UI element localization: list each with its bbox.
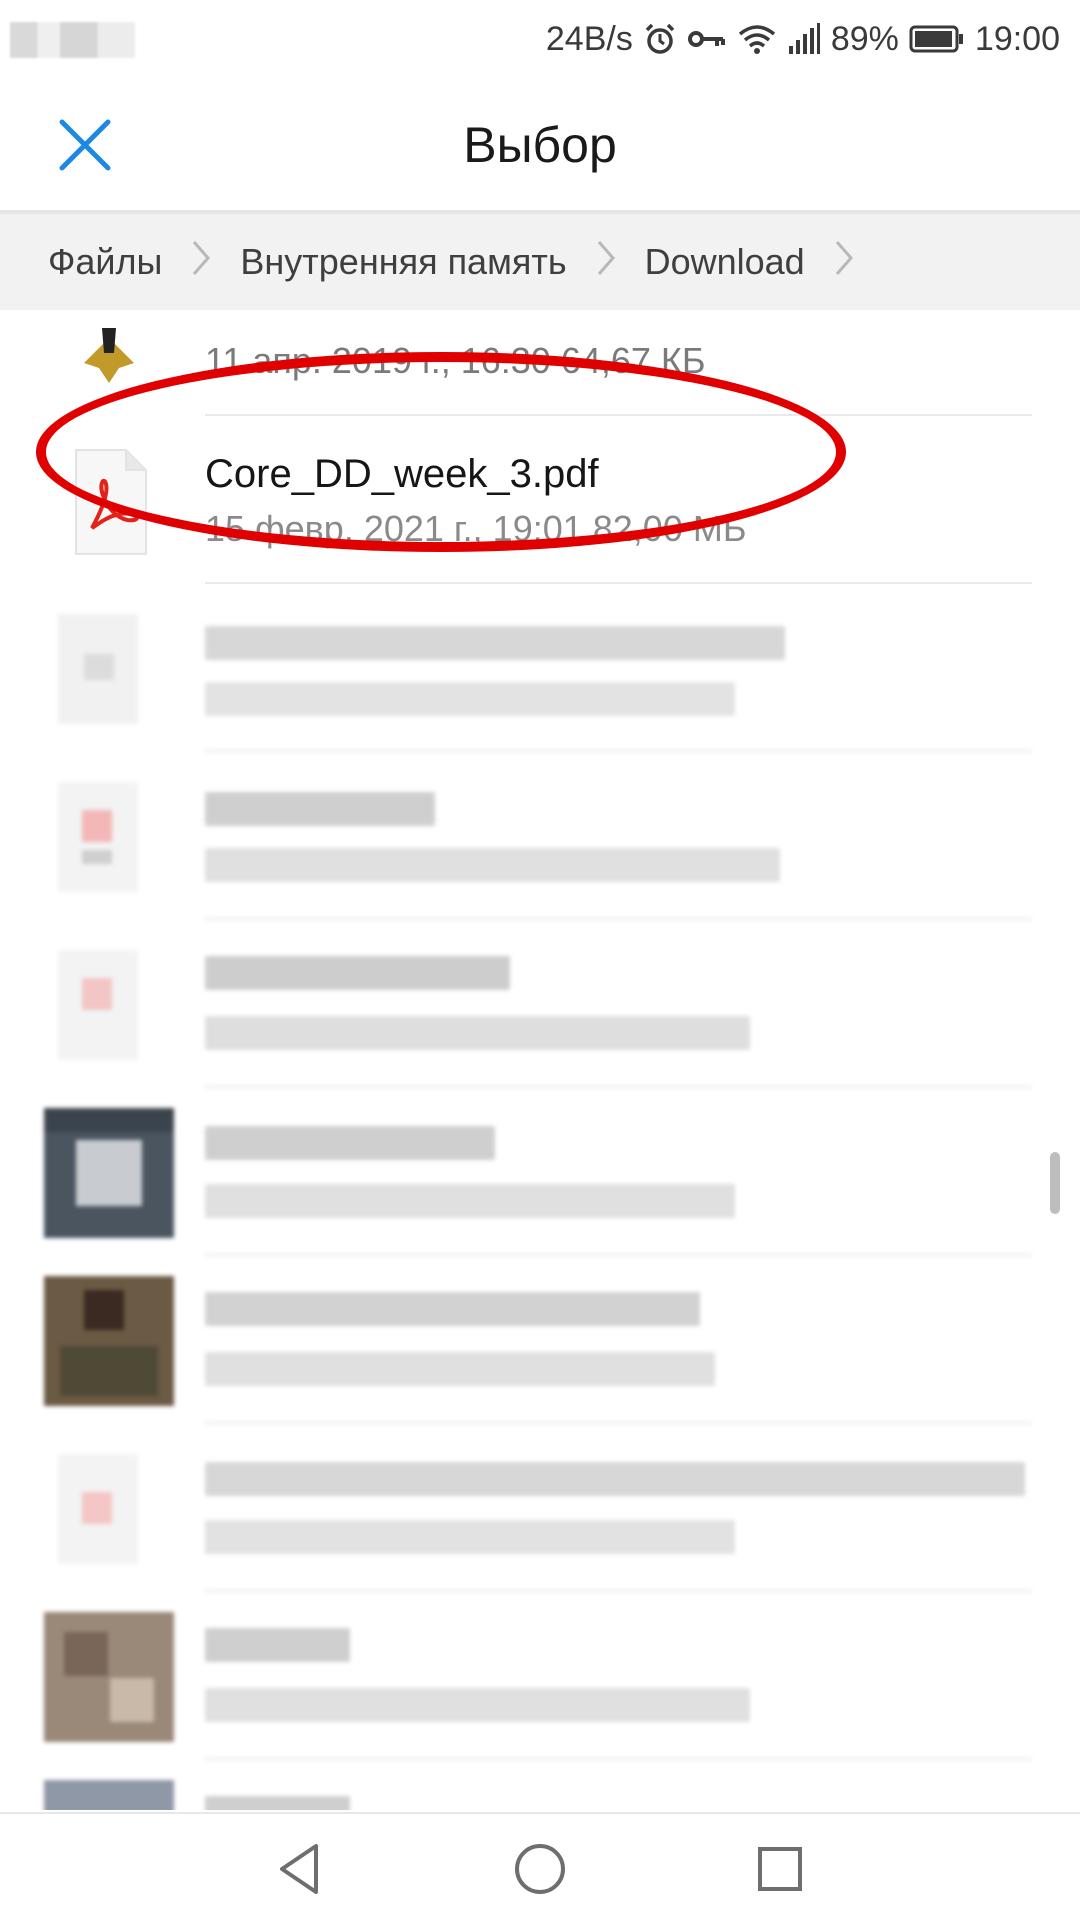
page-title: Выбор	[463, 117, 617, 173]
chevron-right-icon	[595, 238, 617, 287]
image-thumbnail	[44, 1108, 174, 1238]
file-meta: 11 апр. 2019 г., 16:30 64,67 КБ	[205, 340, 706, 381]
list-item[interactable]	[0, 1424, 1080, 1592]
image-thumbnail	[44, 1612, 174, 1742]
list-item-highlighted[interactable]: Core_DD_week_3.pdf 15 февр. 2021 г., 19:…	[0, 416, 1080, 584]
file-name: Core_DD_week_3.pdf	[205, 452, 599, 496]
image-thumbnail	[44, 1780, 174, 1810]
list-item[interactable]	[0, 1256, 1080, 1424]
list-item[interactable]	[0, 1760, 1080, 1810]
clock: 19:00	[974, 19, 1060, 58]
signal-icon	[788, 23, 820, 54]
status-bar: 24B/s 89% 19:00	[0, 0, 1080, 80]
battery-percent: 89%	[830, 19, 899, 58]
breadcrumb-item-internal-storage[interactable]: Внутренняя память	[240, 241, 566, 283]
list-item[interactable]	[0, 584, 1080, 752]
navigation-bar	[0, 1812, 1080, 1922]
pdf-file-icon	[44, 1444, 174, 1574]
scrollbar-thumb[interactable]	[1050, 1152, 1060, 1214]
key-icon	[687, 31, 725, 47]
back-icon	[280, 1844, 318, 1894]
breadcrumb: Файлы Внутренняя память Download	[0, 210, 1080, 310]
pdf-file-icon	[44, 940, 174, 1070]
list-item[interactable]	[0, 1088, 1080, 1256]
list-item[interactable]	[0, 920, 1080, 1088]
network-speed: 24B/s	[545, 19, 633, 58]
list-item[interactable]	[0, 752, 1080, 920]
wifi-icon	[738, 25, 775, 54]
list-item[interactable]	[0, 1592, 1080, 1760]
chevron-right-icon	[190, 238, 212, 287]
recents-button[interactable]	[745, 1834, 815, 1904]
app-bar: Выбор	[0, 80, 1080, 210]
file-list: 11 апр. 2019 г., 16:30 64,67 КБ Core_DD_…	[0, 310, 1080, 1810]
image-thumbnail	[44, 310, 174, 398]
chevron-right-icon	[833, 238, 855, 287]
home-icon	[515, 1844, 565, 1894]
recents-icon	[758, 1847, 802, 1891]
pdf-file-icon	[44, 436, 174, 566]
battery-icon	[909, 25, 963, 53]
home-button[interactable]	[505, 1834, 575, 1904]
list-item[interactable]: 11 апр. 2019 г., 16:30 64,67 КБ	[0, 310, 1080, 416]
pdf-file-icon	[44, 772, 174, 902]
breadcrumb-item-download[interactable]: Download	[645, 241, 805, 283]
status-icons: 24B/s 89% 19:00	[546, 14, 1060, 64]
image-thumbnail	[44, 1276, 174, 1406]
file-icon	[44, 604, 174, 734]
back-button[interactable]	[266, 1834, 336, 1904]
breadcrumb-item-files[interactable]: Файлы	[48, 241, 162, 283]
carrier-name-blurred	[10, 22, 135, 58]
alarm-icon	[645, 23, 675, 54]
file-meta: 15 февр. 2021 г., 19:01 82,00 МБ	[205, 508, 747, 549]
